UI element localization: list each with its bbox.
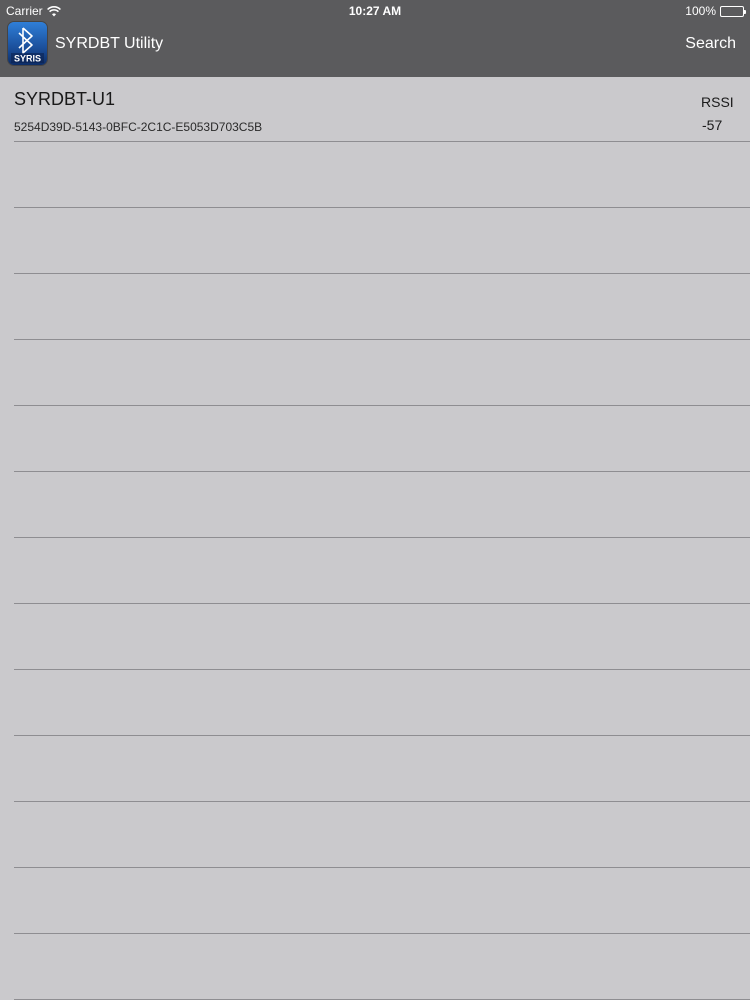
empty-row — [14, 472, 750, 538]
empty-row — [14, 802, 750, 868]
search-button[interactable]: Search — [685, 35, 736, 53]
battery-icon — [720, 5, 746, 17]
top-bar: Carrier 10:27 AM 100% SYRIS SYRDBT Utili… — [0, 0, 750, 77]
empty-row — [14, 406, 750, 472]
empty-row — [14, 142, 750, 208]
empty-row — [14, 538, 750, 604]
empty-row — [14, 736, 750, 802]
status-bar: Carrier 10:27 AM 100% — [0, 0, 750, 22]
empty-row — [14, 208, 750, 274]
rssi-value: -57 — [702, 117, 723, 133]
app-icon: SYRIS — [8, 22, 47, 65]
status-time: 10:27 AM — [348, 4, 402, 18]
app-icon-text: SYRIS — [14, 54, 41, 64]
device-uuid: 5254D39D-5143-0BFC-2C1C-E5053D703C5B — [14, 120, 263, 134]
empty-row — [14, 604, 750, 670]
device-name: SYRDBT-U1 — [14, 89, 116, 109]
device-list: SYRDBT-U1 5254D39D-5143-0BFC-2C1C-E5053D… — [0, 77, 750, 1000]
battery-percent: 100% — [685, 4, 716, 18]
app-title: SYRDBT Utility — [55, 35, 164, 52]
empty-row — [14, 934, 750, 1000]
empty-row — [14, 340, 750, 406]
empty-row — [14, 274, 750, 340]
status-battery: 100% — [685, 4, 746, 18]
rssi-label: RSSI — [701, 94, 734, 110]
device-row[interactable]: SYRDBT-U1 5254D39D-5143-0BFC-2C1C-E5053D… — [14, 77, 750, 142]
empty-row — [14, 670, 750, 736]
bluetooth-icon: SYRIS — [11, 27, 44, 64]
nav-bar: SYRIS SYRDBT Utility Search — [0, 22, 750, 77]
empty-row — [14, 868, 750, 934]
